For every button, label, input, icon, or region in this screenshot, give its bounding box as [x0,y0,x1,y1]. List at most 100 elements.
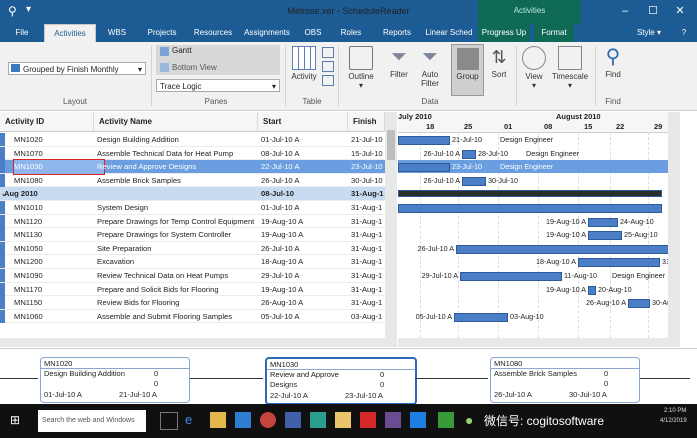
tab-wbs[interactable]: WBS [100,24,134,42]
view-button[interactable]: View ▾ [520,46,548,90]
edge-icon[interactable]: e [185,412,201,428]
gantt-bar[interactable] [398,163,450,173]
table-row[interactable]: MN1010 System Design 01-Jul-10 A 31-Aug-1 [0,201,385,215]
tab-resources[interactable]: Resources [190,24,236,42]
app-icon[interactable] [385,412,401,428]
close-button[interactable]: ✕ [673,4,687,18]
table-row[interactable]: MN1200 Excavation 18-Aug-10 A 31-Aug-1 [0,255,385,269]
table-row[interactable]: MN1060 Assemble and Submit Flooring Sampl… [0,309,385,324]
row-marker [0,228,5,242]
table-row[interactable]: MN1130 Prepare Drawings for System Contro… [0,228,385,242]
tab-progress-update[interactable]: Progress Up [478,24,530,42]
app-menu-icon[interactable]: ⚲ [8,4,22,18]
outlook-icon[interactable] [285,412,301,428]
tab-file[interactable]: File [6,24,38,42]
activity-name-cell: Assemble Brick Samples [97,175,181,185]
table-row[interactable]: MN1150 Review Bids for Flooring 26-Aug-10 … [0,296,385,310]
gantt-bar[interactable] [456,244,668,254]
outline-button[interactable]: Outline ▾ [342,46,380,90]
trace-logic-combo[interactable]: Trace Logic ▾ [156,79,280,92]
quick-access-dropdown-icon[interactable]: ▾ [26,4,40,18]
style-menu[interactable]: Style ▾ [630,24,668,42]
minimize-button[interactable]: – [618,4,632,18]
node-finish: 21-Jul-10 A [119,390,157,399]
table-horizontal-scrollbar[interactable] [0,338,397,347]
tab-linear-schedule[interactable]: Linear Sched [423,24,475,42]
trace-logic-node[interactable]: MN1020 Design Building Addition 0 0 01-Jul-1… [40,357,190,403]
tab-projects[interactable]: Projects [140,24,184,42]
gantt-bar[interactable] [588,217,618,227]
table-row[interactable]: MN1120 Prepare Drawings for Temp Control … [0,214,385,229]
gantt-bar[interactable] [578,258,660,268]
scroll-thumb[interactable] [387,130,395,160]
remove-column-icon[interactable] [322,61,334,72]
file-explorer-icon[interactable] [210,412,226,428]
table-row[interactable]: MN1080 Assemble Brick Samples 26-Jul-10 A 3… [0,173,385,188]
find-button[interactable]: ⚲ Find [598,46,628,79]
help-icon[interactable]: ? [676,24,692,42]
bottom-view-toggle[interactable]: Bottom View [172,63,217,72]
filter-button[interactable]: ⏷ Filter [384,46,414,79]
gantt-vertical-scrollbar[interactable] [668,112,680,338]
gantt-horizontal-scrollbar[interactable] [398,338,680,347]
task-view-icon[interactable] [160,412,178,430]
column-header-activity-id[interactable]: Activity ID [0,112,94,132]
app-icon[interactable] [360,412,376,428]
gantt-bar[interactable] [462,149,476,159]
gantt-bar[interactable] [398,204,662,213]
tab-activities[interactable]: Activities [44,24,96,43]
table-row[interactable]: MN1170 Prepare and Solicit Bids for Floor… [0,282,385,297]
clock-date[interactable]: 4/12/2019 [660,418,687,424]
table-row[interactable]: MN1070 Assemble Technical Data for Heat P… [0,146,385,161]
tab-format[interactable]: Format [534,24,574,42]
table-row[interactable]: MN1050 Site Preparation 26-Jul-10 A 31-Aug-… [0,241,385,256]
sort-button[interactable]: ⇅ Sort [486,46,512,79]
scheduleReader-taskbar-icon[interactable] [410,412,426,428]
column-header-activity-name[interactable]: Activity Name [94,112,258,132]
node-id: MN1030 [270,360,299,369]
tab-reports[interactable]: Reports [377,24,417,42]
fit-column-icon[interactable] [322,75,334,86]
auto-filter-button[interactable]: ⏷ Auto Filter [415,46,445,88]
activity-columns-button[interactable]: Activity [288,46,320,81]
tab-assignments[interactable]: Assignments [241,24,293,42]
tab-obs[interactable]: OBS [298,24,328,42]
table-row[interactable]: MN1020 Design Building Addition 01-Jul-10 … [0,133,385,147]
taskbar-search-box[interactable]: Search the web and Windows [38,410,146,432]
trace-logic-node[interactable]: MN1080 Assemble Brick Samples 0 0 26-Jul-10 … [490,357,640,403]
trace-logic-node[interactable]: MN1030 Review and Approve Designs 0 0 22-Jul-… [265,357,417,405]
gantt-bar[interactable] [398,190,662,198]
gantt-bar[interactable] [588,231,622,241]
gantt-bar[interactable] [628,299,650,309]
gantt-bar[interactable] [398,136,450,145]
store-icon[interactable] [235,412,251,428]
tab-roles[interactable]: Roles [334,24,368,42]
start-icon[interactable]: ⊞ [10,413,24,427]
chrome-icon[interactable] [260,412,276,428]
app-icon[interactable] [335,412,351,428]
gantt-bar[interactable] [462,176,486,186]
timescale-button[interactable]: Timescale ▾ [550,46,590,90]
table-row[interactable]: MN1090 Review Technical Data on Heat Pump… [0,269,385,283]
app-icon[interactable] [438,412,454,428]
group-row[interactable]: Aug 2010 08-Jul-10 31-Aug-1 ⌄ [0,187,385,201]
gantt-week-tick: 08 [544,122,553,131]
column-header-start[interactable]: Start [258,112,348,132]
gantt-bar[interactable] [454,312,508,322]
gantt-bar[interactable] [588,285,596,295]
group-button[interactable]: Group [451,44,484,96]
gantt-start-label: 26-Jul-10 A [417,243,454,253]
clock-time[interactable]: 2:10 PM [664,408,686,414]
activity-id-cell: MN1150 [14,298,43,308]
add-column-icon[interactable] [322,47,334,58]
layout-combo[interactable]: Grouped by Finish Monthly ▾ [8,62,146,75]
gantt-toggle[interactable]: Gantt [172,46,192,55]
gantt-bar[interactable] [460,272,562,281]
row-marker [0,255,5,269]
column-header-finish[interactable]: Finish [348,112,385,132]
maximize-button[interactable]: ☐ [646,4,660,18]
collapse-chevron-icon[interactable]: ⌄ [1,187,7,201]
table-row[interactable]: MN1030 Review and Approve Designs 22-Jul-1… [0,159,385,175]
app-icon[interactable] [310,412,326,428]
wechat-icon: ● [465,412,474,428]
